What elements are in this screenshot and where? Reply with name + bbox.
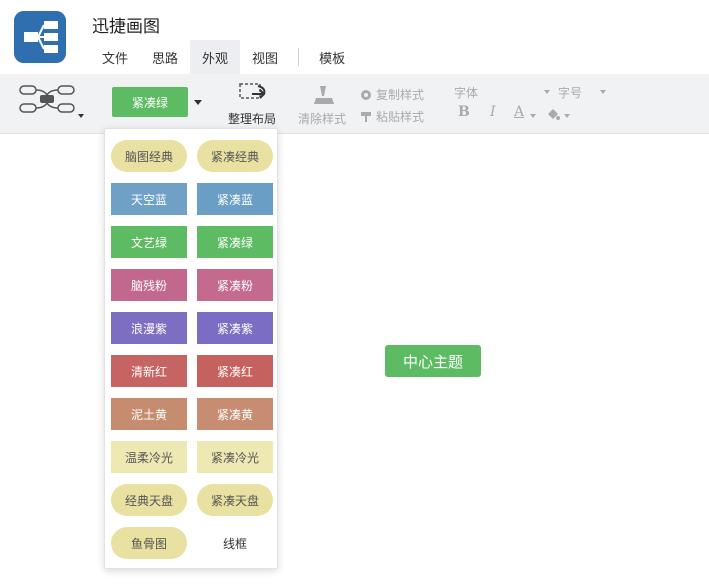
bold-button[interactable]: B — [458, 104, 470, 120]
structure-caret-icon[interactable] — [78, 114, 84, 118]
theme-option[interactable]: 温柔冷光 — [111, 441, 187, 473]
font-size-select[interactable]: 字号 — [558, 84, 582, 101]
theme-option[interactable]: 线框 — [197, 527, 273, 559]
paste-style-icon — [360, 111, 372, 123]
menu-divider — [298, 48, 300, 66]
font-color-button[interactable]: A — [514, 104, 524, 120]
mindmap-structure-icon[interactable] — [18, 80, 76, 120]
app-title: 迅捷画图 — [92, 17, 160, 37]
theme-option[interactable]: 紧凑红 — [197, 355, 273, 387]
theme-option[interactable]: 紧凑蓝 — [197, 183, 273, 215]
theme-option[interactable]: 紧凑黄 — [197, 398, 273, 430]
clear-style-button[interactable]: 清除样式 — [298, 110, 346, 127]
theme-option[interactable]: 脑图经典 — [111, 140, 187, 172]
appearance-toolbar: 紧凑绿 整理布局 清除样式 复制样式 粘贴样式 字体 字号 B I A — [0, 74, 709, 134]
menu-idea[interactable]: 思路 — [140, 40, 190, 74]
font-color-caret-icon[interactable] — [530, 114, 536, 118]
fill-color-icon[interactable] — [546, 106, 560, 120]
theme-option[interactable]: 紧凑天盘 — [197, 484, 273, 516]
theme-option[interactable]: 泥土黄 — [111, 398, 187, 430]
clear-style-icon — [312, 84, 336, 106]
menu-template[interactable]: 模板 — [307, 40, 357, 74]
theme-dropdown-panel: 脑图经典 紧凑经典 天空蓝 紧凑蓝 文艺绿 紧凑绿 脑残粉 紧凑粉 浪漫紫 紧凑紫 清新红 紧凑红 泥土… — [104, 128, 278, 569]
menu-appearance[interactable]: 外观 — [190, 40, 241, 74]
theme-dropdown-caret-icon[interactable] — [194, 100, 202, 105]
copy-style-icon — [360, 89, 372, 101]
arrange-layout-button[interactable]: 整理布局 — [228, 110, 276, 127]
theme-option[interactable]: 清新红 — [111, 355, 187, 387]
font-family-caret-icon[interactable] — [544, 90, 550, 94]
mindmap-app-icon — [14, 11, 66, 63]
italic-button[interactable]: I — [490, 104, 496, 120]
theme-option[interactable]: 天空蓝 — [111, 183, 187, 215]
theme-option[interactable]: 浪漫紫 — [111, 312, 187, 344]
paste-style-label: 粘贴样式 — [376, 110, 425, 124]
theme-option[interactable]: 经典天盘 — [111, 484, 187, 516]
center-topic-node[interactable]: 中心主题 — [385, 345, 481, 377]
theme-option[interactable]: 紧凑经典 — [197, 140, 273, 172]
theme-option[interactable]: 紧凑紫 — [197, 312, 273, 344]
paste-style-button[interactable]: 粘贴样式 — [360, 108, 424, 125]
copy-style-button[interactable]: 复制样式 — [360, 86, 424, 103]
theme-grid: 脑图经典 紧凑经典 天空蓝 紧凑蓝 文艺绿 紧凑绿 脑残粉 紧凑粉 浪漫紫 紧凑紫 清新红 紧凑红 泥土… — [111, 140, 273, 559]
menu-view[interactable]: 视图 — [240, 40, 290, 74]
theme-option[interactable]: 紧凑冷光 — [197, 441, 273, 473]
theme-select-button[interactable]: 紧凑绿 — [112, 87, 188, 117]
font-size-caret-icon[interactable] — [600, 90, 606, 94]
font-family-select[interactable]: 字体 — [454, 84, 478, 101]
theme-option[interactable]: 脑残粉 — [111, 269, 187, 301]
copy-style-label: 复制样式 — [376, 88, 425, 102]
fill-color-caret-icon[interactable] — [564, 114, 570, 118]
arrange-layout-icon[interactable] — [238, 82, 268, 106]
main-menu: 文件 思路 外观 视图 模板 — [90, 40, 357, 74]
menu-file[interactable]: 文件 — [90, 40, 140, 74]
theme-option[interactable]: 紧凑粉 — [197, 269, 273, 301]
theme-option[interactable]: 文艺绿 — [111, 226, 187, 258]
theme-option[interactable]: 紧凑绿 — [197, 226, 273, 258]
theme-option[interactable]: 鱼骨图 — [111, 527, 187, 559]
